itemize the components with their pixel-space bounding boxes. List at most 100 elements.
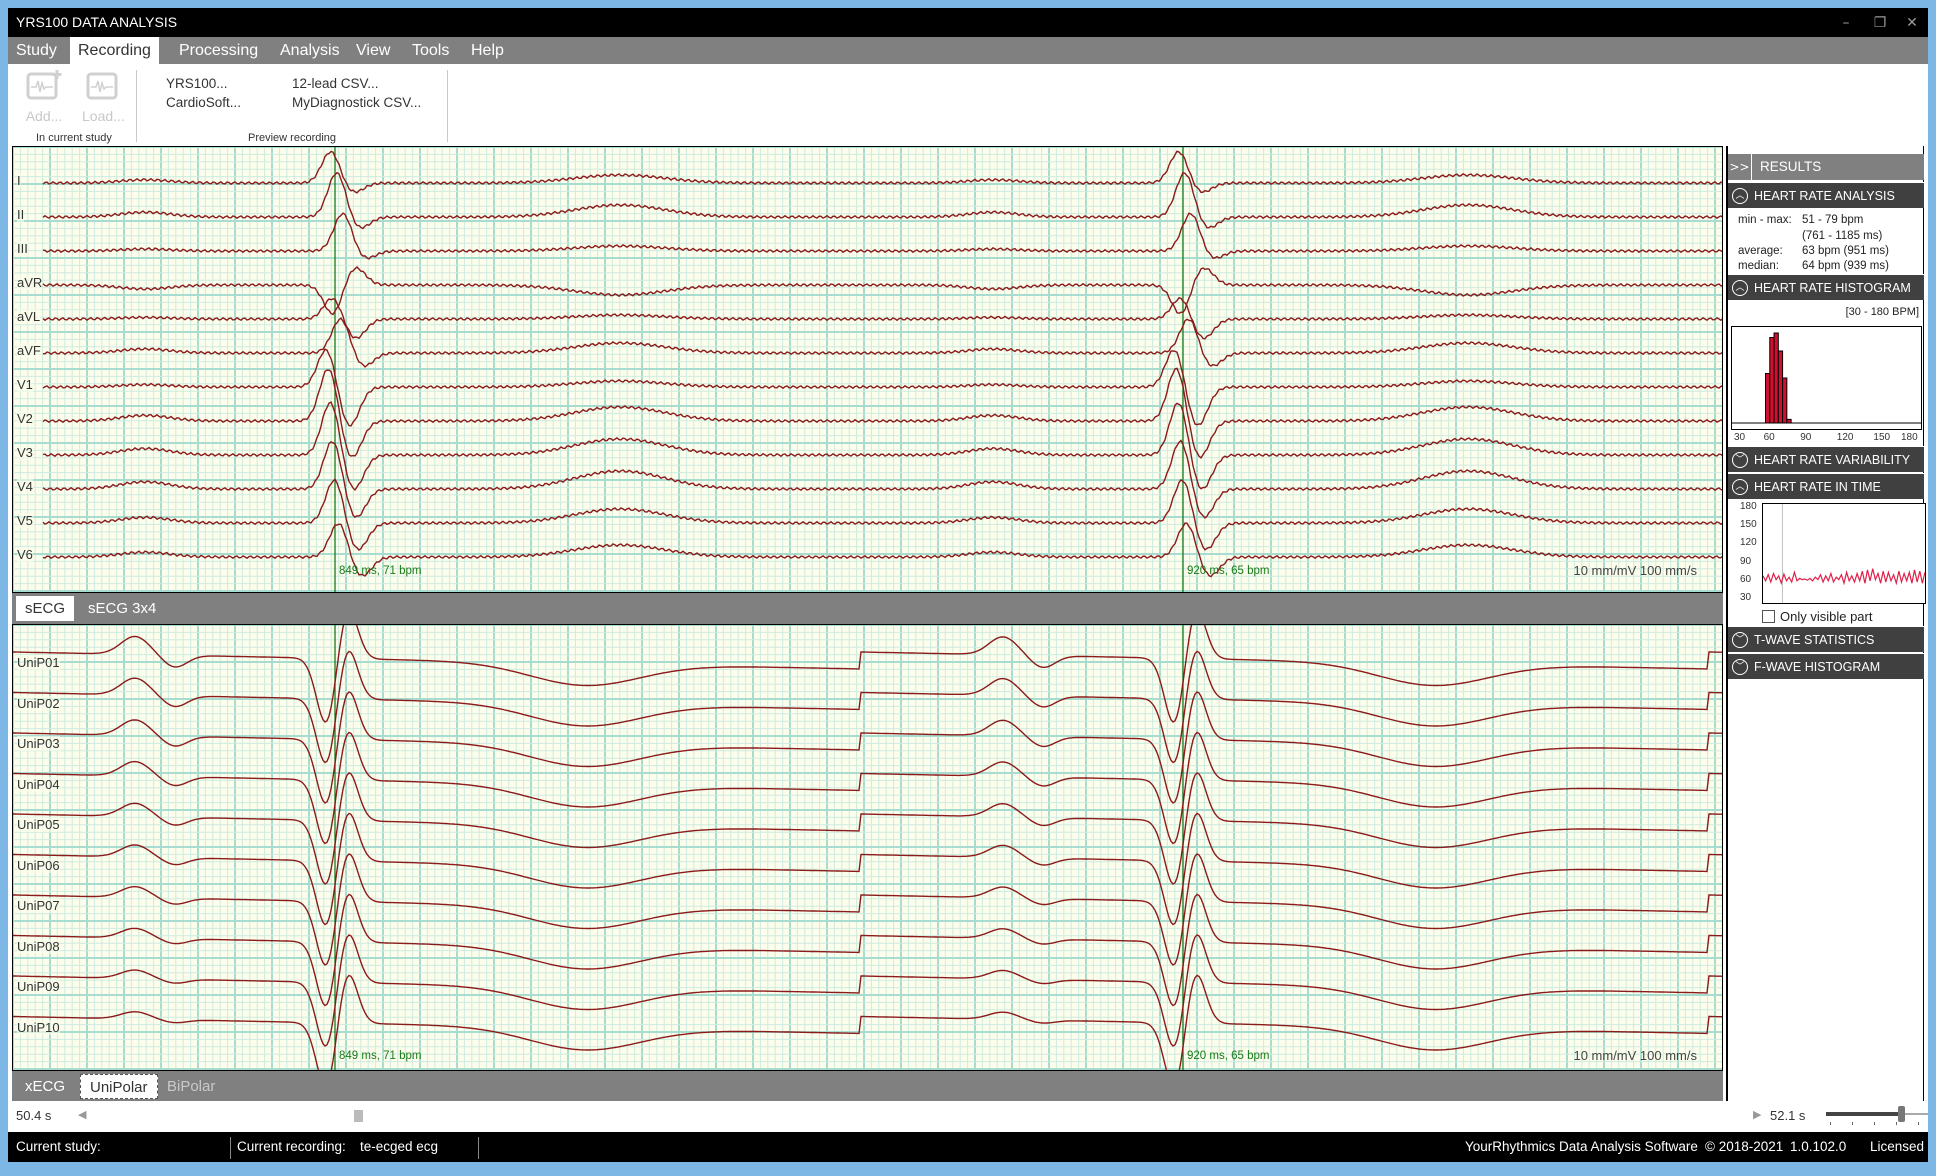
chevron-down-icon: ﹀: [1732, 659, 1748, 675]
menu-view[interactable]: View: [348, 37, 398, 64]
section-hr-histogram[interactable]: ︿ HEART RATE HISTOGRAM: [1728, 274, 1924, 300]
hr-time-tick-label: 90: [1740, 555, 1752, 567]
menu-recording[interactable]: Recording: [70, 37, 159, 64]
preview-yrs100[interactable]: YRS100...: [166, 76, 228, 91]
group-label-current-study: In current study: [36, 132, 112, 144]
section-t-wave-statistics[interactable]: ﹀ T-WAVE STATISTICS: [1728, 626, 1924, 652]
tab-bipolar[interactable]: BiPolar: [158, 1074, 224, 1099]
stat-label: min - max:: [1738, 214, 1792, 226]
results-header: >> RESULTS: [1728, 154, 1924, 180]
xecg-panel[interactable]: UniP01 UniP02 UniP03 UniP04 UniP05 UniP06 UniP…: [12, 624, 1723, 1071]
product-name: YourRhythmics Data Analysis Software: [1465, 1139, 1698, 1154]
section-hr-in-time[interactable]: ︿ HEART RATE IN TIME: [1728, 473, 1924, 499]
lead-label: V3: [17, 445, 33, 460]
chevron-down-icon: ﹀: [1732, 452, 1748, 468]
time-end: 52.1 s: [1770, 1108, 1806, 1123]
section-title: HEART RATE IN TIME: [1754, 480, 1881, 494]
scrollbar-thumb[interactable]: [354, 1110, 363, 1122]
collapse-results-button[interactable]: >>: [1728, 154, 1752, 180]
tab-secg[interactable]: sECG: [16, 596, 75, 621]
section-title: HEART RATE HISTOGRAM: [1754, 281, 1911, 295]
ecg-trace: [13, 691, 1722, 804]
stat-label: median:: [1738, 260, 1779, 272]
histogram-tick-label: 30: [1734, 432, 1746, 443]
restore-button[interactable]: ❐: [1866, 12, 1894, 34]
section-hr-analysis[interactable]: ︿ HEART RATE ANALYSIS: [1728, 182, 1924, 208]
add-label: Add...: [25, 108, 63, 124]
ribbon: Add... Load... In current study YRS100..…: [8, 64, 1928, 146]
menu-bar: Study Recording Processing Analysis View…: [8, 37, 1928, 64]
lead-label: UniP06: [17, 857, 60, 873]
slider-ticks: [1830, 1122, 1926, 1125]
close-button[interactable]: ✕: [1898, 12, 1926, 34]
scroll-left-arrow[interactable]: ◀: [78, 1108, 86, 1121]
stat-value: 64 bpm (939 ms): [1802, 260, 1889, 272]
histogram-tick-label: 90: [1800, 432, 1812, 443]
rr-marker-label: 920 ms, 65 bpm: [1187, 565, 1270, 577]
title-bar: YRS100 DATA ANALYSIS – ❐ ✕: [8, 8, 1928, 37]
ecg-trace: [13, 650, 1722, 764]
results-panel: >> RESULTS ︿ HEART RATE ANALYSIS min - m…: [1726, 146, 1926, 1101]
hr-line: [1762, 568, 1926, 586]
lead-label: V4: [17, 479, 33, 494]
lead-label: UniP09: [17, 979, 60, 994]
histogram-tick-label: 120: [1836, 432, 1854, 443]
hr-time-tick-label: 30: [1740, 592, 1752, 603]
lead-label: aVF: [17, 343, 41, 358]
rr-marker-label: 849 ms, 71 bpm: [339, 565, 422, 577]
time-scrollbar[interactable]: [88, 1105, 1728, 1127]
slider-thumb[interactable]: [1898, 1106, 1905, 1122]
menu-study[interactable]: Study: [8, 37, 65, 64]
ecg-grid: [13, 147, 1722, 592]
histogram-range: [30 - 180 BPM]: [1845, 306, 1919, 318]
menu-help[interactable]: Help: [463, 37, 512, 64]
menu-processing[interactable]: Processing: [171, 37, 266, 64]
section-title: HEART RATE VARIABILITY: [1754, 453, 1911, 467]
slider-fill: [1826, 1112, 1900, 1116]
results-title: RESULTS: [1760, 159, 1822, 174]
zoom-slider[interactable]: [1826, 1105, 1928, 1125]
add-ecg-icon: [26, 70, 62, 100]
tab-unipolar[interactable]: UniPolar: [80, 1074, 158, 1099]
status-bar: Current study: Current recording: te-ecg…: [8, 1132, 1928, 1162]
scale-label: 10 mm/mV 100 mm/s: [1573, 1048, 1697, 1063]
chevron-down-icon: ﹀: [1732, 632, 1748, 648]
xecg-traces: [13, 625, 1722, 1070]
ecg-trace: [13, 934, 1722, 1047]
ribbon-separator: [136, 70, 137, 142]
only-visible-part-label[interactable]: Only visible part: [1780, 609, 1872, 624]
preview-12lead-csv[interactable]: 12-lead CSV...: [292, 76, 379, 91]
copyright: © 2018-2021: [1705, 1139, 1784, 1154]
histogram-bar: [1769, 337, 1775, 424]
section-hr-variability[interactable]: ﹀ HEART RATE VARIABILITY: [1728, 446, 1924, 472]
status-separator: [478, 1137, 479, 1159]
rr-marker-label: 849 ms, 71 bpm: [339, 1050, 422, 1062]
section-f-wave-histogram[interactable]: ﹀ F-WAVE HISTOGRAM: [1728, 653, 1924, 679]
tab-xecg[interactable]: xECG: [16, 1074, 74, 1099]
histogram-tick-label: 60: [1763, 432, 1775, 443]
chevron-up-icon: ︿: [1732, 479, 1748, 495]
secg-panel[interactable]: I II III aVR aVL aVF V1 V2 V3 V4 V5 V6 849 ms, 71 b…: [12, 146, 1723, 593]
histogram-plot: [1732, 332, 1921, 424]
histogram-bar: [1765, 373, 1771, 424]
menu-tools[interactable]: Tools: [404, 37, 457, 64]
current-study-label: Current study:: [16, 1139, 101, 1154]
minimize-button[interactable]: –: [1832, 12, 1860, 34]
preview-mydiagnostick-csv[interactable]: MyDiagnostick CSV...: [292, 95, 421, 110]
preview-cardiosoft[interactable]: CardioSoft...: [166, 95, 241, 110]
menu-analysis[interactable]: Analysis: [272, 37, 348, 64]
lead-label: V2: [17, 411, 33, 426]
timeline-bar: 50.4 s ◀ ▶ 52.1 s: [8, 1101, 1928, 1132]
stat-value: 51 - 79 bpm: [1802, 214, 1864, 226]
lead-label: III: [17, 241, 28, 256]
lead-label: aVR: [17, 275, 43, 290]
load-recording-button[interactable]: Load...: [82, 70, 125, 124]
tab-secg-3x4[interactable]: sECG 3x4: [79, 596, 165, 621]
add-recording-button[interactable]: Add...: [24, 70, 64, 124]
hr-time-tick-label: 180: [1740, 501, 1757, 512]
only-visible-part-checkbox[interactable]: [1762, 610, 1775, 623]
scroll-right-arrow[interactable]: ▶: [1753, 1108, 1761, 1121]
time-start: 50.4 s: [16, 1108, 52, 1123]
stat-label: average:: [1738, 245, 1783, 257]
lead-label: UniP05: [17, 817, 60, 832]
